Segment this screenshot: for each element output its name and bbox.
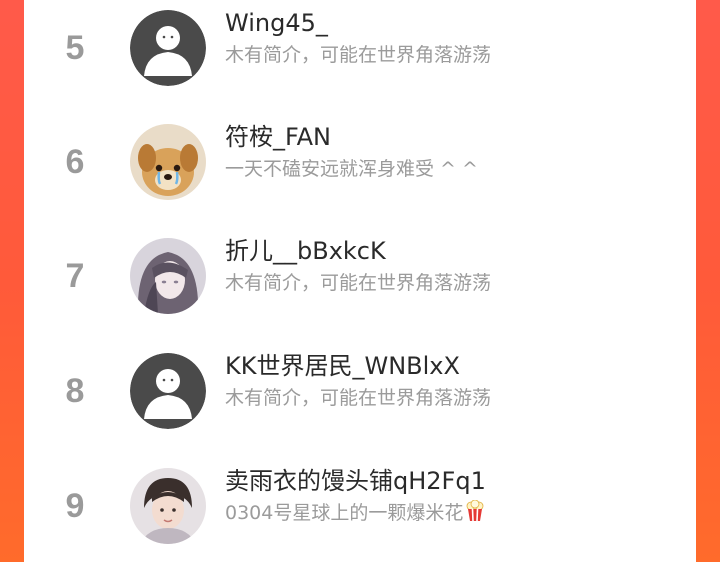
list-item[interactable]: 9 卖雨衣的馒头铺qH2Fq1 0304号星球上的一颗爆米花: [24, 458, 696, 558]
username[interactable]: 符桉_FAN: [225, 122, 331, 152]
list-item[interactable]: 8 KK世界居民_WNBlxX 木有简介，可能在世界角落游荡: [24, 343, 696, 443]
username[interactable]: KK世界居民_WNBlxX: [225, 351, 460, 381]
rank-number: 6: [65, 143, 85, 181]
puppy-avatar-icon[interactable]: [130, 124, 206, 200]
username[interactable]: 卖雨衣的馒头铺qH2Fq1: [225, 466, 486, 496]
user-bio: 0304号星球上的一颗爆米花: [225, 499, 485, 529]
user-bio: 木有简介，可能在世界角落游荡: [225, 44, 492, 66]
user-bio: 木有简介，可能在世界角落游荡: [225, 272, 492, 294]
rank-number: 8: [65, 372, 85, 410]
popcorn-icon: [465, 499, 485, 529]
user-bio: 一天不磕安远就浑身难受 ^ ^: [225, 158, 478, 180]
list-item[interactable]: 6 符桉_FAN 一天不磕安远就浑身难受 ^ ^: [24, 114, 696, 214]
rank-number: 9: [65, 487, 85, 525]
default-avatar-icon[interactable]: [130, 353, 206, 429]
rank-number: 5: [65, 29, 85, 67]
username[interactable]: Wing45_: [225, 8, 328, 38]
user-bio: 木有简介，可能在世界角落游荡: [225, 387, 492, 409]
list-item[interactable]: 7 折儿__bBxkcK 木有简介，可能在世界角落游荡: [24, 228, 696, 328]
default-avatar-icon[interactable]: [130, 10, 206, 86]
rank-number: 7: [65, 257, 85, 295]
anime-girl-avatar-icon[interactable]: [130, 238, 206, 314]
photo-avatar-icon[interactable]: [130, 468, 206, 544]
ranking-list: 5 Wing45_ 木有简介，可能在世界角落游荡 6 符桉_FAN 一天不磕安远…: [24, 0, 696, 562]
username[interactable]: 折儿__bBxkcK: [225, 236, 386, 266]
list-item[interactable]: 5 Wing45_ 木有简介，可能在世界角落游荡: [24, 0, 696, 100]
